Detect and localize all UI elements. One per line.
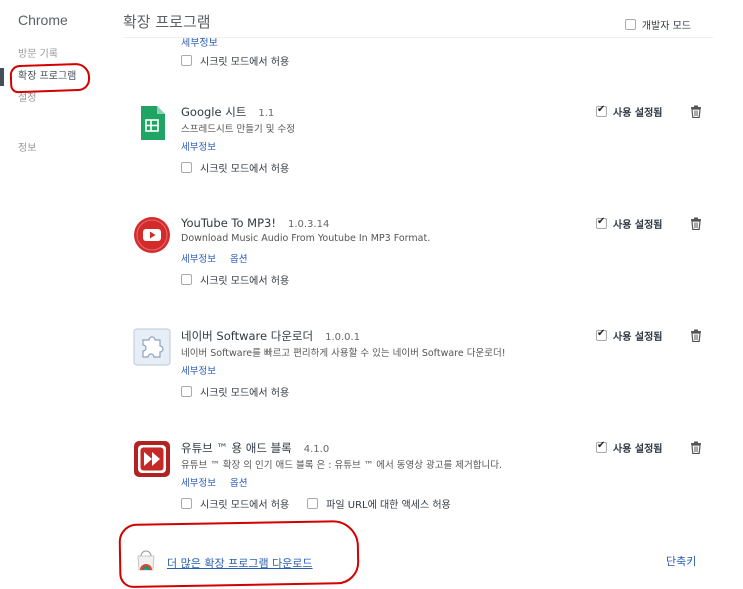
- enabled-label: 사용 설정됨: [613, 220, 663, 231]
- extension-version: 4.1.0: [303, 444, 330, 455]
- developer-mode-toggle[interactable]: 개발자 모드: [624, 17, 691, 32]
- keyboard-shortcuts-link[interactable]: 단축키: [666, 553, 696, 569]
- extension-name: Google 시트: [181, 105, 247, 119]
- developer-mode-checkbox[interactable]: [624, 19, 636, 30]
- developer-mode-label: 개발자 모드: [641, 21, 691, 32]
- incognito-checkbox[interactable]: [181, 386, 192, 397]
- incognito-checkbox[interactable]: [181, 498, 192, 509]
- details-link[interactable]: 세부정보: [181, 251, 216, 265]
- details-link[interactable]: 세부정보: [181, 475, 216, 489]
- extension-item: 네이버 Software 다운로더 1.0.0.1 네이버 Software를 빠…: [123, 328, 713, 418]
- sidebar: Chrome 방문 기록 확장 프로그램 설정 정보: [0, 0, 110, 589]
- incognito-label: 시크릿 모드에서 허용: [200, 500, 290, 511]
- enabled-checkbox[interactable]: [596, 216, 607, 229]
- extension-description: 유튜브 ™ 확장 의 인기 애드 블록 은 : 유튜브 ™ 에서 동영상 광고를…: [181, 460, 502, 471]
- google-sheets-icon: [141, 106, 165, 140]
- fast-forward-icon: [134, 441, 170, 477]
- main-content: 세부정보 시크릿 모드에서 허용 Google 시트 1.1 스프레드시트 만들기…: [118, 0, 713, 589]
- incognito-option[interactable]: 시크릿 모드에서 허용: [181, 53, 289, 68]
- extension-description: Download Music Audio From Youtube In MP3…: [181, 233, 431, 244]
- options-link[interactable]: 옵션: [230, 251, 247, 265]
- details-link[interactable]: 세부정보: [181, 139, 216, 153]
- youtube-play-icon: [134, 217, 170, 253]
- enabled-label: 사용 설정됨: [613, 444, 663, 455]
- trash-icon[interactable]: [690, 329, 702, 342]
- enabled-toggle[interactable]: 사용 설정됨: [596, 328, 662, 343]
- file-access-checkbox[interactable]: [307, 498, 319, 509]
- extension-item: 유튜브 ™ 용 애드 블록 4.1.0 유튜브 ™ 확장 의 인기 애드 블록 은…: [123, 440, 713, 530]
- sidebar-item-settings[interactable]: 설정: [0, 88, 110, 110]
- incognito-label: 시크릿 모드에서 허용: [200, 164, 290, 175]
- trash-icon[interactable]: [690, 105, 702, 118]
- extension-version: 1.0.3.14: [287, 219, 330, 230]
- extension-description: 스프레드시트 만들기 및 수정: [181, 124, 295, 135]
- incognito-option[interactable]: 시크릿 모드에서 허용: [181, 496, 289, 511]
- trash-icon[interactable]: [690, 217, 702, 230]
- incognito-option[interactable]: 시크릿 모드에서 허용: [181, 272, 289, 287]
- enabled-toggle[interactable]: 사용 설정됨: [596, 440, 662, 455]
- incognito-checkbox[interactable]: [181, 162, 192, 173]
- extension-item: Google 시트 1.1 스프레드시트 만들기 및 수정 세부정보 시크릿 모드…: [123, 104, 713, 194]
- incognito-label: 시크릿 모드에서 허용: [200, 388, 290, 399]
- file-access-option[interactable]: 파일 URL에 대한 액세스 허용: [307, 496, 451, 511]
- incognito-option[interactable]: 시크릿 모드에서 허용: [181, 384, 289, 399]
- chrome-web-store-icon: [137, 550, 155, 571]
- incognito-checkbox[interactable]: [181, 55, 192, 66]
- enabled-toggle[interactable]: 사용 설정됨: [596, 104, 662, 119]
- enabled-checkbox[interactable]: [596, 440, 607, 453]
- extension-description: 네이버 Software를 빠르고 편리하게 사용할 수 있는 네이버 Soft…: [181, 348, 506, 359]
- enabled-checkbox[interactable]: [596, 104, 607, 117]
- more-extensions-link[interactable]: 더 많은 확장 프로그램 다운로드: [167, 555, 313, 571]
- incognito-label: 시크릿 모드에서 허용: [200, 276, 290, 287]
- enabled-checkbox[interactable]: [596, 328, 607, 341]
- trash-icon[interactable]: [690, 441, 702, 454]
- file-access-label: 파일 URL에 대한 액세스 허용: [326, 500, 451, 511]
- extension-version: 1.1: [258, 108, 275, 119]
- incognito-checkbox[interactable]: [181, 274, 192, 285]
- page-header: 확장 프로그램 개발자 모드: [123, 0, 713, 38]
- puzzle-piece-icon: [133, 328, 171, 366]
- options-link[interactable]: 옵션: [230, 475, 247, 489]
- incognito-label: 시크릿 모드에서 허용: [200, 57, 290, 68]
- sidebar-item-extensions[interactable]: 확장 프로그램: [0, 66, 110, 88]
- incognito-option[interactable]: 시크릿 모드에서 허용: [181, 160, 289, 175]
- sidebar-item-history[interactable]: 방문 기록: [0, 44, 110, 66]
- extension-name: YouTube To MP3!: [181, 216, 276, 230]
- details-link[interactable]: 세부정보: [181, 363, 216, 377]
- sidebar-nav: 방문 기록 확장 프로그램 설정 정보: [0, 44, 110, 160]
- enabled-toggle[interactable]: 사용 설정됨: [596, 216, 662, 231]
- extension-name: 유튜브 ™ 용 애드 블록: [181, 441, 292, 455]
- extension-item: YouTube To MP3! 1.0.3.14 Download Music A…: [123, 216, 713, 306]
- brand-title: Chrome: [18, 12, 68, 28]
- sidebar-item-about[interactable]: 정보: [0, 138, 110, 160]
- enabled-label: 사용 설정됨: [613, 332, 663, 343]
- enabled-label: 사용 설정됨: [613, 108, 663, 119]
- extension-name: 네이버 Software 다운로더: [181, 329, 314, 343]
- extension-version: 1.0.0.1: [325, 332, 361, 343]
- page-title: 확장 프로그램: [123, 13, 211, 31]
